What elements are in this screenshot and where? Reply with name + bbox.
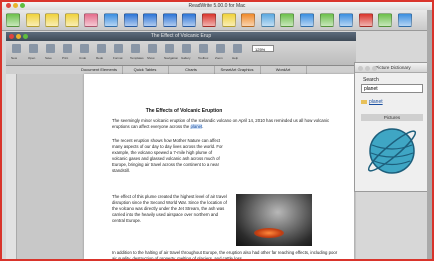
word-prediction-icon[interactable] [241,13,256,27]
ribbon-tab[interactable]: Document Elements [76,66,123,74]
paragraph-2: The recent eruption shows how Mother Nat… [112,138,223,173]
screen-frame: ReadWrite 5.00.0 for Mac The Effect of V… [0,0,434,261]
search-label: Search [363,77,379,83]
word-window: The Effect of Volcanic Erup 125% New Open… [6,32,356,259]
readwrite-title: ReadWrite 5.00.0 for Mac [188,3,246,9]
undo-tool-icon[interactable] [80,44,89,53]
zoom-field[interactable]: 125% [252,45,274,52]
picture-icon[interactable] [260,13,275,27]
lava-glow [254,228,284,238]
open-tool-icon[interactable] [29,44,38,53]
panel-window-controls[interactable] [358,65,379,74]
open-tool-label: Open [28,56,36,60]
page-icon[interactable] [104,13,118,27]
paragraph-4: In addition to the halting of air travel… [112,250,338,261]
gallery-tool-label: Gallery [181,56,191,60]
word-title: The Effect of Volcanic Erup [150,33,212,39]
pdf-icon[interactable] [358,13,373,27]
gallery-tool-icon[interactable] [182,44,191,53]
search-input[interactable]: planet [361,84,423,93]
picture-dictionary-title: Picture Dictionary [375,65,411,70]
mask-icon[interactable] [339,13,354,27]
print-tool-icon[interactable] [63,44,72,53]
toolbox-tool-icon[interactable] [199,44,208,53]
navigation-tool-icon[interactable] [165,44,174,53]
search-result-label: planet [369,99,383,105]
zoom-tool-label: Zoom [215,56,223,60]
ribbon-tab[interactable]: SmartArt Graphics [214,66,261,74]
rewind-icon[interactable] [123,13,138,27]
document-page[interactable]: The Effects of Volcanic Eruption The see… [84,74,354,259]
forward-icon[interactable] [182,13,197,27]
help-tool-icon[interactable] [233,44,242,53]
ribbon-tab[interactable]: WordArt [260,66,307,74]
help-tool-label: Help [232,56,239,60]
undo-tool-label: Undo [79,56,87,60]
zoom-tool-icon[interactable] [216,44,225,53]
format-tool-label: Format [113,56,123,60]
document-title: The Effects of Volcanic Eruption [145,108,223,114]
redo-tool-icon[interactable] [97,44,106,53]
search-result-link[interactable]: planet [361,99,383,105]
templates-tool-label: Templates [130,56,144,60]
redo-tool-label: Redo [96,56,104,60]
planet-image [367,128,417,174]
ribbon-tab[interactable]: Charts [168,66,215,74]
planet-body [369,128,415,174]
format-tool-icon[interactable] [114,44,123,53]
word-titlebar: The Effect of Volcanic Erup [6,32,356,41]
show-tool-label: Show [147,56,155,60]
stop-icon[interactable] [202,13,216,27]
document-canvas: The Effects of Volcanic Eruption The see… [6,74,356,259]
paragraph-3: The effect of this plume created the hig… [112,194,227,223]
save-tool-icon[interactable] [46,44,55,53]
toolbox-tool-label: Toolbox [198,56,209,60]
print-tool-label: Print [62,56,69,60]
desktop-edge [427,10,432,259]
highlight-icon[interactable] [25,13,40,27]
vocabulary-icon[interactable] [319,13,334,27]
word-standard-toolbar: 125% New Open Save Print Undo Redo Format Templ… [6,41,356,66]
navigation-tool-label: Navigation [164,56,179,60]
pause-icon[interactable] [162,13,177,27]
new-tool-icon[interactable] [12,44,21,53]
check-icon[interactable] [280,13,295,27]
new-tool-label: New [11,56,18,60]
volcano-photo [236,194,312,246]
highlighted-word[interactable]: planet [190,124,203,129]
audio-icon[interactable] [378,13,393,27]
play-icon[interactable] [143,13,158,27]
highlight-icon[interactable] [45,13,60,27]
show-tool-icon[interactable] [148,44,157,53]
highlight-icon[interactable] [6,13,20,27]
templates-tool-icon[interactable] [131,44,140,53]
highlight-icon[interactable] [64,13,79,27]
dictionary-icon[interactable] [221,13,236,27]
user-icon[interactable] [84,13,99,27]
settings-icon[interactable] [398,13,412,27]
paragraph-1-text: The seemingly minor volcanic eruption of… [112,118,330,129]
screenshot-icon[interactable] [300,13,314,27]
paragraph-1: The seemingly minor volcanic eruption of… [112,118,342,130]
ribbon-tab[interactable]: Quick Tables [122,66,169,74]
folder-icon [361,99,367,104]
picture-dictionary-panel: Picture Dictionary Search planet planet … [354,62,432,192]
picture-dictionary-titlebar: Picture Dictionary [355,63,431,73]
vertical-ruler [6,74,17,259]
save-tool-label: Save [45,56,52,60]
readwrite-titlebar: ReadWrite 5.00.0 for Mac [2,2,432,10]
pictures-header: Pictures [361,114,423,121]
readwrite-toolbar [2,10,432,31]
